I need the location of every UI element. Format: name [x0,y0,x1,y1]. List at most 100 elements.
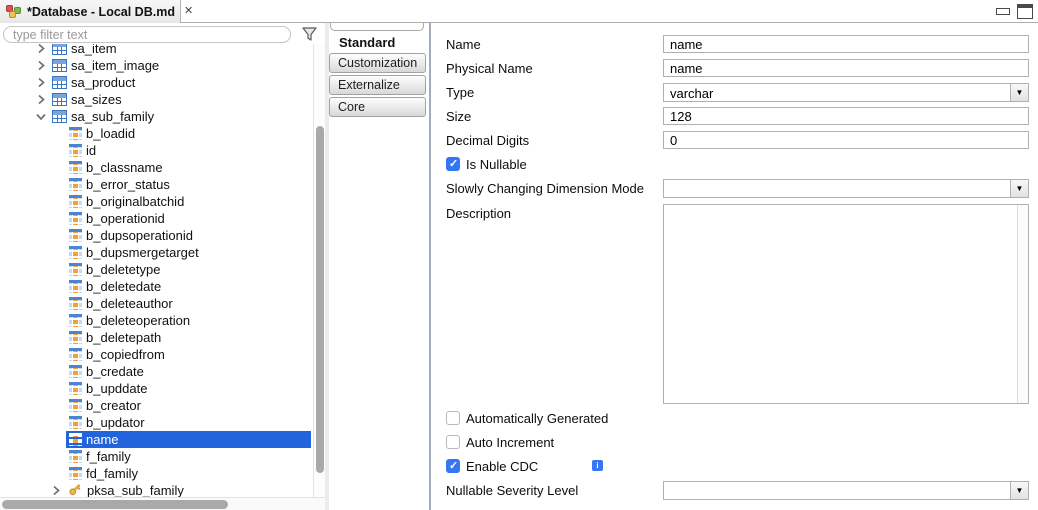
column-icon [69,467,82,480]
model-tree-pane: sa_item sa_item_image sa_product sa_sizes sa… [0,23,325,510]
chevron-down-icon[interactable] [36,111,52,123]
info-icon[interactable]: i [592,460,603,471]
column-icon [69,195,82,208]
tree-item-b_dupsoperationid[interactable]: b_dupsoperationid [0,227,313,244]
tab-customization[interactable]: Customization [329,53,426,73]
automatically-generated-checkbox[interactable] [446,411,460,425]
column-icon [69,416,82,429]
physical-name-label: Physical Name [446,61,533,76]
column-icon [69,229,82,242]
type-dropdown[interactable]: varchar ▼ [663,83,1029,102]
chevron-down-icon[interactable]: ▼ [1010,180,1028,197]
column-icon [69,331,82,344]
tree-vertical-scrollbar-thumb[interactable] [316,126,324,473]
column-icon [69,144,82,157]
tree-item-f_family[interactable]: f_family [0,448,313,465]
tree-item-label: b_originalbatchid [86,194,185,209]
chevron-right-icon[interactable] [36,43,52,55]
tree-item-label: b_upddate [86,381,148,396]
tree-item-label: b_credate [86,364,144,379]
tree-item-label: b_dupsmergetarget [86,245,199,260]
tree-item-label: b_deleteoperation [86,313,191,328]
description-label: Description [446,206,512,221]
tab-close-icon[interactable]: ✕ [184,6,193,17]
decimal-digits-label: Decimal Digits [446,133,530,148]
tree-horizontal-scrollbar[interactable] [0,497,325,510]
name-field[interactable] [663,35,1029,53]
nullable-severity-label: Nullable Severity Level [446,483,579,498]
tree-item-b_operationid[interactable]: b_operationid [0,210,313,227]
scd-mode-dropdown[interactable]: ▼ [663,179,1029,198]
maximize-view-icon[interactable] [1017,4,1033,19]
tree-item-label: name [86,432,119,447]
tab-standard[interactable]: Standard [339,35,395,50]
tree-item-label: b_loadid [86,126,136,141]
chevron-right-icon[interactable] [36,60,52,72]
tree-item-id[interactable]: id [0,142,313,159]
auto-increment-label: Auto Increment [466,435,555,450]
tree-item-b_deleteauthor[interactable]: b_deleteauthor [0,295,313,312]
tree-item-label: sa_sizes [71,92,122,107]
column-icon [69,212,82,225]
tree-vertical-scrollbar[interactable] [313,23,325,497]
scd-mode-label: Slowly Changing Dimension Mode [446,181,644,196]
tree-item-b_error_status[interactable]: b_error_status [0,176,313,193]
chevron-right-icon[interactable] [36,77,52,89]
physical-name-field[interactable] [663,59,1029,77]
tree-item-label: b_creator [86,398,141,413]
chevron-right-icon[interactable] [36,94,52,106]
decimal-digits-field[interactable] [663,131,1029,149]
tree-item-name[interactable]: name [0,431,313,448]
tree-item-label: b_operationid [86,211,165,226]
chevron-right-icon[interactable] [51,485,67,497]
tree-item-b_creator[interactable]: b_creator [0,397,313,414]
tree-item-b_loadid[interactable]: b_loadid [0,125,313,142]
tree-item-b_deletepath[interactable]: b_deletepath [0,329,313,346]
enable-cdc-checkbox[interactable] [446,459,460,473]
enable-cdc-label: Enable CDC i [466,459,603,474]
tree-item-b_classname[interactable]: b_classname [0,159,313,176]
is-nullable-checkbox[interactable] [446,157,460,171]
description-scrollbar[interactable] [1017,205,1028,403]
tree-item-label: f_family [86,449,131,464]
tree-item-label: b_error_status [86,177,170,192]
column-icon [69,433,82,446]
minimize-view-icon[interactable] [996,8,1010,15]
tree-item-sa_item_image[interactable]: sa_item_image [0,57,313,74]
tree-item-label: b_dupsoperationid [86,228,193,243]
tree-item-b_updator[interactable]: b_updator [0,414,313,431]
tree-item-label: b_deletedate [86,279,162,294]
auto-increment-checkbox[interactable] [446,435,460,449]
tree-item-label: b_deletetype [86,262,161,277]
table-icon [52,76,67,89]
tree-horizontal-scrollbar-thumb[interactable] [2,500,228,509]
tree-item-b_dupsmergetarget[interactable]: b_dupsmergetarget [0,244,313,261]
column-icon [69,365,82,378]
tab-core[interactable]: Core [329,97,426,117]
nullable-severity-dropdown[interactable]: ▼ [663,481,1029,500]
chevron-down-icon[interactable]: ▼ [1010,84,1028,101]
tree-item-b_upddate[interactable]: b_upddate [0,380,313,397]
editor-tab[interactable]: *Database - Local DB.md ✕ [0,0,193,23]
tree-item-b_originalbatchid[interactable]: b_originalbatchid [0,193,313,210]
filter-input[interactable] [3,26,291,43]
tree-item-b_deletetype[interactable]: b_deletetype [0,261,313,278]
filter-funnel-icon[interactable] [301,26,318,43]
tree-item-sa_sub_family[interactable]: sa_sub_family [0,108,313,125]
table-icon [52,93,67,106]
tree-item-b_deletedate[interactable]: b_deletedate [0,278,313,295]
tree-item-label: b_deleteauthor [86,296,173,311]
description-textarea[interactable] [663,204,1029,404]
tab-externalize[interactable]: Externalize [329,75,426,95]
tree-item-sa_sizes[interactable]: sa_sizes [0,91,313,108]
size-field[interactable] [663,107,1029,125]
tree-item-sa_product[interactable]: sa_product [0,74,313,91]
tree-item-fd_family[interactable]: fd_family [0,465,313,482]
chevron-down-icon[interactable]: ▼ [1010,482,1028,499]
tree-item-b_credate[interactable]: b_credate [0,363,313,380]
name-label: Name [446,37,481,52]
column-properties-form: Name Physical Name Type varchar ▼ Size D… [431,23,1038,510]
tree-item-label: sa_item_image [71,58,160,73]
tree-item-b_deleteoperation[interactable]: b_deleteoperation [0,312,313,329]
tree-item-b_copiedfrom[interactable]: b_copiedfrom [0,346,313,363]
